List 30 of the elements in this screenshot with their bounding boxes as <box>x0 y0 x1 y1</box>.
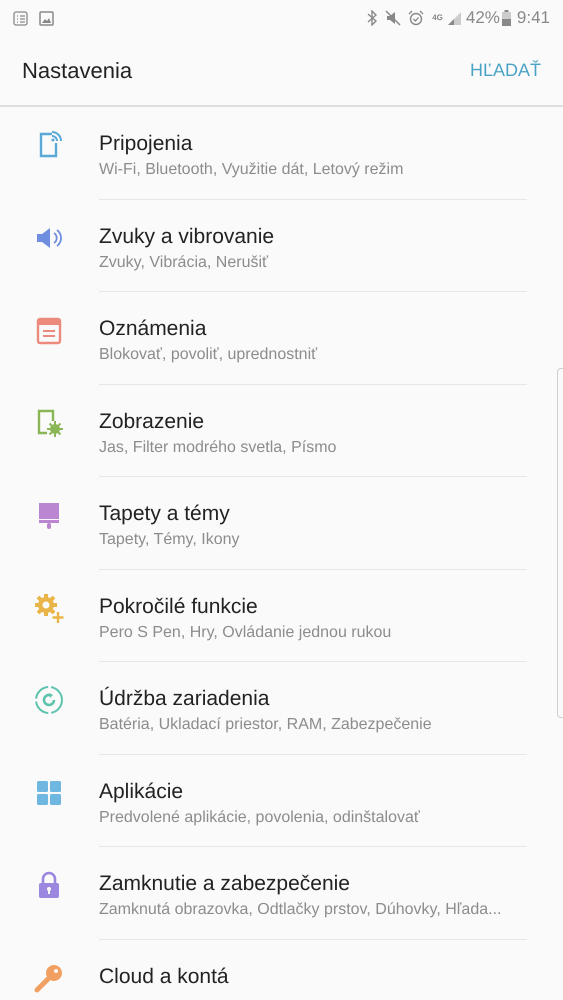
settings-item-subtitle: Jas, Filter modrého svetla, Písmo <box>99 438 338 458</box>
settings-item-title[interactable]: Zamknutie a zabezpečenie <box>99 847 527 897</box>
settings-item-title[interactable]: Tapety a témy <box>99 477 527 527</box>
settings-item-title[interactable]: Cloud a kontá <box>99 940 527 990</box>
battery-percentage: 42% <box>466 7 500 30</box>
bluetooth-icon <box>367 10 378 26</box>
settings-item-subtitle: Zvuky, Vibrácia, Nerušiť <box>99 252 270 272</box>
settings-item-title[interactable]: Zobrazenie <box>99 384 527 434</box>
settings-item-subtitle: Blokovať, povoliť, uprednostniť <box>99 345 318 365</box>
alarm-clock-icon <box>408 10 424 26</box>
settings-item-title[interactable]: Pokročilé funkcie <box>99 570 527 620</box>
settings-item-title[interactable]: Pripojenia <box>99 107 527 157</box>
image-icon <box>39 10 54 26</box>
settings-item-subtitle: Tapety, Témy, Ikony <box>99 530 240 550</box>
settings-item-subtitle: Zamknutá obrazovka, Odtlačky prstov, Dúhovky, Hľada... <box>99 900 502 920</box>
clock-time: 9:41 <box>516 7 550 30</box>
notes-icon <box>13 10 28 26</box>
settings-item-subtitle: Batéria, Ukladací priestor, RAM, Zabezpečenie <box>99 715 433 735</box>
page-title: Nastavenia <box>22 57 132 85</box>
muted-speaker-icon <box>385 10 402 26</box>
settings-item-subtitle: Wi-Fi, Bluetooth, Využitie dát, Letový režim <box>99 160 404 180</box>
network-type-label: 4G <box>432 14 443 22</box>
battery-icon <box>502 10 511 26</box>
settings-item-title[interactable]: Oznámenia <box>99 292 527 342</box>
settings-item-title[interactable]: Údržba zariadenia <box>99 662 527 712</box>
settings-item-title[interactable]: Aplikácie <box>99 754 527 804</box>
signal-icon <box>446 10 462 26</box>
settings-item-title[interactable]: Zvuky a vibrovanie <box>99 200 527 250</box>
settings-item-subtitle: Predvolené aplikácie, povolenia, odinštalovať <box>99 808 421 828</box>
settings-item-subtitle: Pero S Pen, Hry, Ovládanie jednou rukou <box>99 622 392 642</box>
